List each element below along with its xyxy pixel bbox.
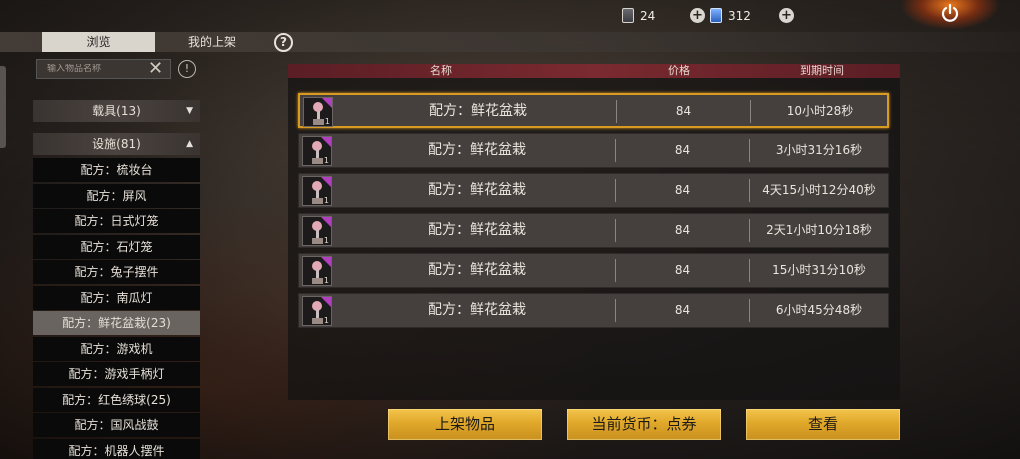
item-quantity: 1 (323, 156, 329, 165)
expand-arrow-icon: ▲ (186, 139, 193, 149)
category-facilities-label: 设施(81) (92, 137, 141, 151)
filter-info-icon[interactable]: ! (178, 60, 196, 78)
add-resource-button[interactable]: + (690, 8, 705, 23)
list-item[interactable]: 配方：机器人摆件 (33, 438, 200, 459)
list-item-selected[interactable]: 配方：鲜花盆栽(23) (33, 311, 200, 335)
row-price: 84 (674, 263, 691, 277)
tab-bar: 浏览 我的上架 ? (0, 32, 1020, 52)
item-quantity: 1 (323, 196, 329, 205)
item-icon: 1 (302, 256, 332, 286)
list-item[interactable]: 配方：游戏机 (33, 336, 200, 361)
resource-counter-1: 24 (622, 8, 655, 23)
row-expire: 2天1小时10分18秒 (766, 223, 872, 237)
top-bar: 24 + 312 + (0, 0, 1020, 32)
row-name: 配方：鲜花盆栽 (428, 262, 526, 278)
collapse-arrow-icon: ▼ (186, 106, 193, 116)
row-price: 84 (674, 303, 691, 317)
list-item[interactable]: 配方：南瓜灯 (33, 285, 200, 310)
help-icon[interactable]: ? (274, 33, 293, 52)
item-icon: 1 (303, 97, 333, 127)
item-quantity: 1 (323, 276, 329, 285)
category-vehicles[interactable]: 载具(13) ▼ (33, 100, 200, 122)
row-price: 84 (675, 104, 692, 118)
row-expire: 4天15小时12分40秒 (762, 183, 876, 197)
row-price: 84 (674, 143, 691, 157)
row-expire: 15小时31分10秒 (772, 263, 866, 277)
list-item[interactable]: 配方：石灯笼 (33, 234, 200, 259)
list-item[interactable]: 配方：游戏手柄灯 (33, 362, 200, 386)
table-row[interactable]: 1 配方：鲜花盆栽 84 4天15小时12分40秒 (298, 173, 889, 208)
item-icon: 1 (302, 296, 332, 326)
currency-button[interactable]: 当前货币：点券 (567, 409, 721, 440)
category-vehicles-label: 载具(13) (92, 104, 141, 118)
list-item-button[interactable]: 上架物品 (388, 409, 542, 440)
header-name: 名称 (430, 64, 452, 77)
item-list: 配方：梳妆台 配方：屏风 配方：日式灯笼 配方：石灯笼 配方：兔子摆件 配方：南… (33, 158, 200, 459)
side-drawer-handle[interactable] (0, 66, 6, 148)
row-name: 配方：鲜花盆栽 (428, 142, 526, 158)
row-name: 配方：鲜花盆栽 (429, 103, 527, 119)
list-item[interactable]: 配方：日式灯笼 (33, 209, 200, 233)
row-price: 84 (674, 223, 691, 237)
header-expire: 到期时间 (800, 64, 844, 77)
coupon-icon (710, 8, 722, 23)
table-row[interactable]: 1 配方：鲜花盆栽 84 3小时31分16秒 (298, 133, 889, 168)
row-name: 配方：鲜花盆栽 (428, 222, 526, 238)
list-item[interactable]: 配方：屏风 (33, 183, 200, 208)
tab-browse[interactable]: 浏览 (42, 32, 155, 52)
table-row[interactable]: 1 配方：鲜花盆栽 84 15小时31分10秒 (298, 253, 889, 288)
table-header: 名称 价格 到期时间 (288, 64, 900, 78)
item-icon: 1 (302, 136, 332, 166)
table-row[interactable]: 1 配方：鲜花盆栽 84 2天1小时10分18秒 (298, 213, 889, 248)
row-price: 84 (674, 183, 691, 197)
row-name: 配方：鲜花盆栽 (428, 302, 526, 318)
card-icon (622, 8, 634, 23)
power-icon (941, 3, 959, 22)
power-button[interactable] (932, 0, 968, 26)
row-name: 配方：鲜花盆栽 (428, 182, 526, 198)
resource-1-value: 24 (640, 8, 656, 23)
list-item[interactable]: 配方：国风战鼓 (33, 413, 200, 437)
item-quantity: 1 (323, 236, 329, 245)
tab-my-listings[interactable]: 我的上架 (170, 32, 254, 52)
header-price: 价格 (668, 64, 690, 77)
search-input[interactable] (47, 64, 147, 74)
resource-counter-2: 312 (710, 8, 751, 23)
row-expire: 6小时45分48秒 (775, 303, 863, 317)
clear-search-icon[interactable]: ✕ (148, 59, 163, 79)
list-item[interactable]: 配方：红色绣球(25) (33, 387, 200, 412)
table-row[interactable]: 1 配方：鲜花盆栽 84 10小时28秒 (298, 93, 889, 128)
list-item[interactable]: 配方：兔子摆件 (33, 260, 200, 284)
row-expire: 10小时28秒 (786, 104, 854, 118)
view-button[interactable]: 查看 (746, 409, 900, 440)
item-quantity: 1 (324, 117, 330, 126)
item-icon: 1 (302, 216, 332, 246)
table-row[interactable]: 1 配方：鲜花盆栽 84 6小时45分48秒 (298, 293, 889, 328)
category-facilities[interactable]: 设施(81) ▲ (33, 133, 200, 155)
add-currency-button[interactable]: + (779, 8, 794, 23)
list-item[interactable]: 配方：梳妆台 (33, 158, 200, 182)
item-icon: 1 (302, 176, 332, 206)
resource-2-value: 312 (728, 8, 751, 23)
row-expire: 3小时31分16秒 (775, 143, 863, 157)
item-quantity: 1 (323, 316, 329, 325)
